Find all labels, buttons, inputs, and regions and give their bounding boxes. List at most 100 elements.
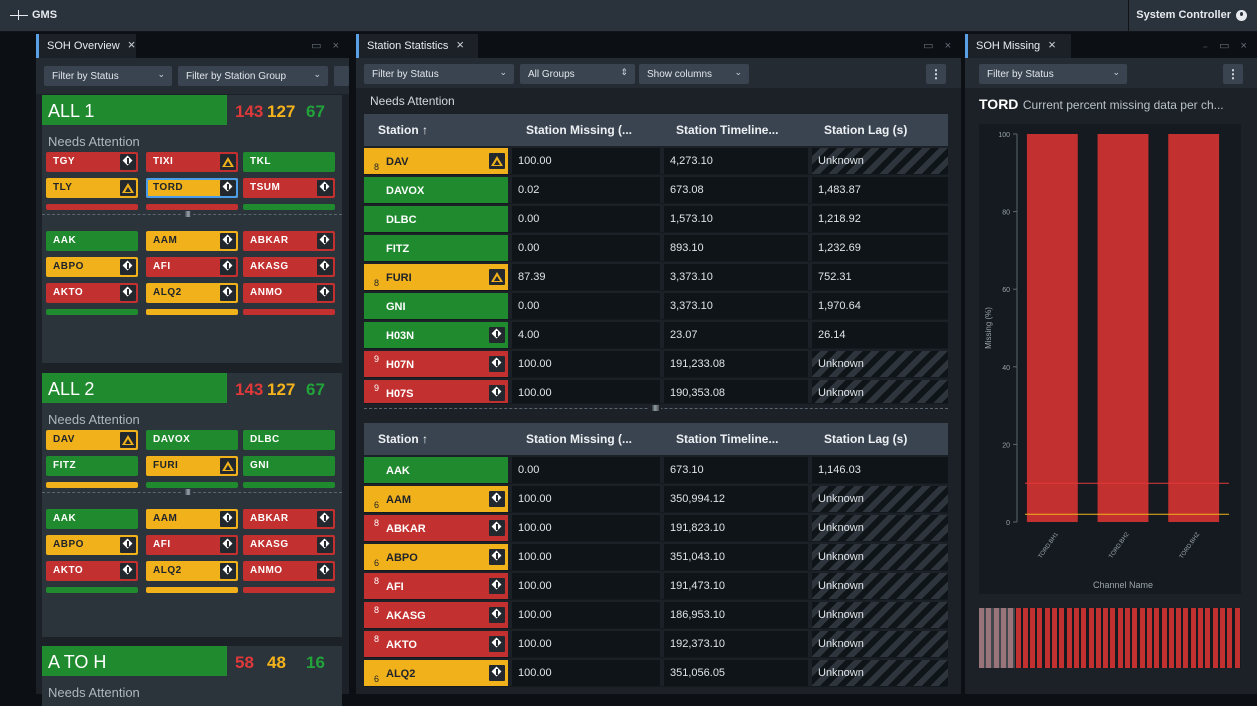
station-cell-partial[interactable] (243, 587, 335, 593)
station-cell[interactable]: ALQ2 6 (364, 660, 508, 686)
station-cell-partial[interactable] (46, 482, 138, 488)
station-cell[interactable]: DAVOX (146, 430, 238, 450)
station-cell[interactable]: TSUM (243, 178, 335, 198)
table-row[interactable]: DLBC 0.00 1,573.10 1,218.92 (364, 205, 948, 233)
column-header[interactable]: Station ↑ (378, 123, 428, 137)
group-name[interactable]: ALL 2 (42, 373, 227, 403)
station-cell[interactable]: ABKAR (243, 231, 335, 251)
station-cell-partial[interactable] (46, 587, 138, 593)
overflow-control[interactable] (334, 66, 349, 86)
filter-status-dropdown[interactable]: Filter by Status ⌄ (44, 66, 172, 86)
station-cell[interactable]: DAV (46, 430, 138, 450)
column-header[interactable]: Station Missing (... (526, 123, 632, 137)
tab-soh-overview[interactable]: SOH Overview × (36, 34, 136, 58)
column-header[interactable]: Station Lag (s) (824, 123, 907, 137)
station-cell[interactable]: AAK (46, 509, 138, 529)
table-row[interactable]: AKTO 8 100.00 192,373.10 Unknown (364, 630, 948, 658)
station-cell[interactable]: ALQ2 (146, 283, 238, 303)
table-row[interactable]: AFI 8 100.00 191,473.10 Unknown (364, 572, 948, 600)
station-cell[interactable]: TIXI (146, 152, 238, 172)
more-options-icon[interactable]: ⋮ (926, 64, 946, 84)
chart-brush[interactable] (979, 608, 1241, 668)
station-cell[interactable]: TKL (243, 152, 335, 172)
station-cell[interactable]: AAM 6 (364, 486, 508, 512)
filter-status-dropdown[interactable]: Filter by Status ⌄ (364, 64, 514, 84)
station-cell-partial[interactable] (46, 309, 138, 315)
station-cell[interactable]: AAM (146, 509, 238, 529)
table-row[interactable]: AKASG 8 100.00 186,953.10 Unknown (364, 601, 948, 629)
station-cell[interactable]: DAV 8 (364, 148, 508, 174)
station-cell-partial[interactable] (146, 587, 238, 593)
table-row[interactable]: FURI 8 87.39 3,373.10 752.31 (364, 263, 948, 291)
column-header[interactable]: Station Lag (s) (824, 432, 907, 446)
station-cell-partial[interactable] (243, 482, 335, 488)
table-divider[interactable]: IIIII (364, 404, 948, 413)
window-controls[interactable]: ▭ × (311, 39, 343, 52)
tab-station-statistics[interactable]: Station Statistics × (356, 34, 478, 58)
station-cell-partial[interactable] (46, 204, 138, 210)
station-cell[interactable]: ANMO (243, 283, 335, 303)
station-cell[interactable]: DLBC (243, 430, 335, 450)
table-row[interactable]: AAM 6 100.00 350,994.12 Unknown (364, 485, 948, 513)
table-row[interactable]: ABKAR 8 100.00 191,823.10 Unknown (364, 514, 948, 542)
station-cell[interactable]: ANMO (243, 561, 335, 581)
station-cell[interactable]: AFI (146, 535, 238, 555)
table-row[interactable]: H07S 9 100.00 190,353.08 Unknown (364, 379, 948, 404)
station-cell[interactable]: ABKAR 8 (364, 515, 508, 541)
station-cell[interactable]: H07N 9 (364, 351, 508, 377)
column-header[interactable]: Station ↑ (378, 432, 428, 446)
station-cell[interactable]: ABPO 6 (364, 544, 508, 570)
station-cell[interactable]: TGY (46, 152, 138, 172)
station-cell[interactable]: H07S 9 (364, 380, 508, 403)
station-cell[interactable]: ABPO (46, 535, 138, 555)
station-cell[interactable]: DAVOX (364, 177, 508, 203)
station-cell[interactable]: FITZ (364, 235, 508, 261)
filter-group-dropdown[interactable]: Filter by Station Group ⌄ (178, 66, 328, 86)
station-cell[interactable]: AAK (46, 231, 138, 251)
table-row[interactable]: AAK 0.00 673.10 1,146.03 (364, 456, 948, 484)
station-cell[interactable]: FURI (146, 456, 238, 476)
brush-selection[interactable] (979, 608, 1015, 668)
group-selector[interactable]: All Groups ⇕ (520, 64, 635, 84)
table-row[interactable]: ABPO 6 100.00 351,043.10 Unknown (364, 543, 948, 571)
station-cell[interactable]: AKASG (243, 535, 335, 555)
close-icon[interactable]: × (456, 37, 464, 52)
station-cell[interactable]: DLBC (364, 206, 508, 232)
close-icon[interactable]: × (128, 37, 136, 52)
table-row[interactable]: DAVOX 0.02 673.08 1,483.87 (364, 176, 948, 204)
station-cell[interactable]: AKTO (46, 283, 138, 303)
station-cell[interactable]: H03N (364, 322, 508, 348)
station-cell[interactable]: AAM (146, 231, 238, 251)
section-divider[interactable]: IIII (42, 210, 342, 219)
section-divider[interactable]: IIII (42, 488, 342, 497)
show-columns-button[interactable]: Show columns ⌄ (639, 64, 749, 84)
table-row[interactable]: H07N 9 100.00 191,233.08 Unknown (364, 350, 948, 378)
station-cell[interactable]: AKTO 8 (364, 631, 508, 657)
station-cell-partial[interactable] (243, 309, 335, 315)
table-row[interactable]: DAV 8 100.00 4,273.10 Unknown (364, 147, 948, 175)
table-row[interactable]: FITZ 0.00 893.10 1,232.69 (364, 234, 948, 262)
station-cell[interactable]: FITZ (46, 456, 138, 476)
station-cell[interactable]: AAK (364, 457, 508, 483)
station-cell[interactable]: AKTO (46, 561, 138, 581)
table-row[interactable]: ALQ2 6 100.00 351,056.05 Unknown (364, 659, 948, 687)
station-cell[interactable]: TORD (146, 178, 238, 198)
tab-soh-missing[interactable]: SOH Missing × (965, 34, 1071, 58)
station-cell[interactable]: AKASG (243, 257, 335, 277)
window-controls[interactable]: ₋ ▭ × (1202, 39, 1251, 52)
more-options-icon[interactable]: ⋮ (1223, 64, 1243, 84)
group-name[interactable]: ALL 1 (42, 95, 227, 125)
column-header[interactable]: Station Timeline... (676, 432, 778, 446)
station-cell[interactable]: ABKAR (243, 509, 335, 529)
user-menu[interactable]: System Controller (1128, 0, 1247, 31)
station-cell[interactable]: FURI 8 (364, 264, 508, 290)
table-row[interactable]: GNI 0.00 3,373.10 1,970.64 (364, 292, 948, 320)
group-name[interactable]: A TO H (42, 646, 227, 676)
station-cell[interactable]: ABPO (46, 257, 138, 277)
filter-status-dropdown[interactable]: Filter by Status ⌄ (979, 64, 1127, 84)
station-cell[interactable]: GNI (364, 293, 508, 319)
station-cell[interactable]: AKASG 8 (364, 602, 508, 628)
station-cell[interactable]: GNI (243, 456, 335, 476)
table-row[interactable]: H03N 4.00 23.07 26.14 (364, 321, 948, 349)
station-cell-partial[interactable] (243, 204, 335, 210)
